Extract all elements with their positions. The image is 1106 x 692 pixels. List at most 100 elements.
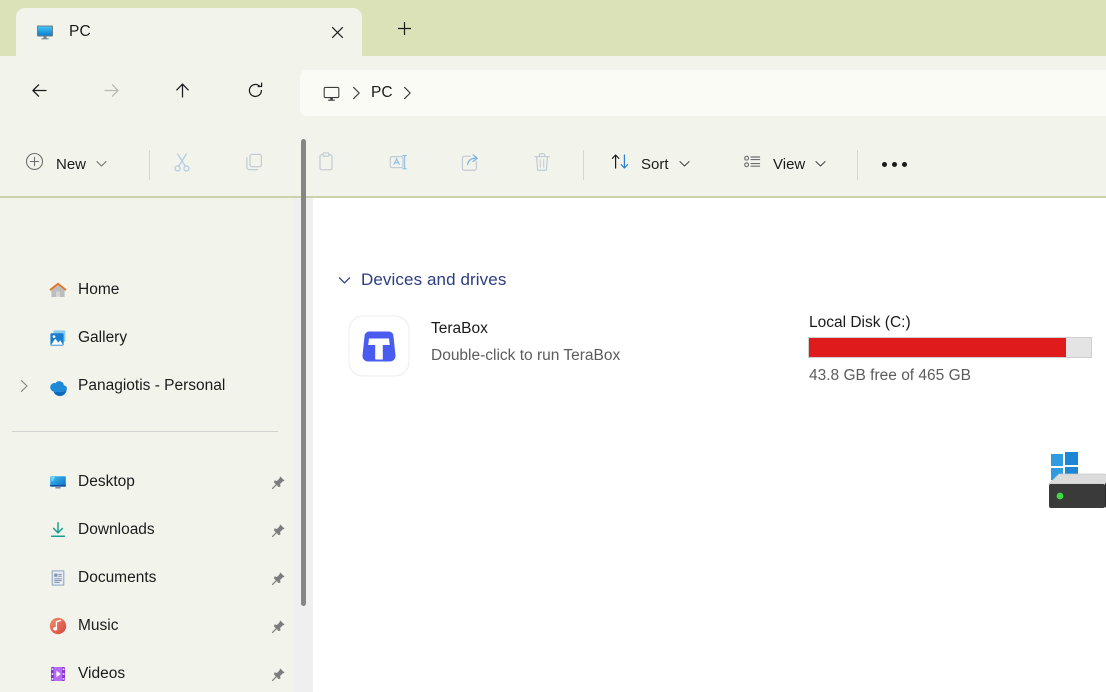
sidebar-scrollbar-thumb[interactable] bbox=[301, 139, 306, 606]
monitor-icon bbox=[35, 22, 55, 42]
videos-icon bbox=[48, 664, 68, 684]
monitor-icon[interactable] bbox=[322, 84, 341, 103]
sidebar-item-gallery[interactable]: Gallery bbox=[12, 321, 280, 355]
sidebar-item-downloads[interactable]: Downloads bbox=[12, 513, 285, 547]
new-button[interactable]: New bbox=[16, 142, 117, 186]
arrow-right-icon bbox=[102, 81, 121, 105]
terabox-icon bbox=[343, 310, 415, 382]
drive-info: TeraBox Double-click to run TeraBox bbox=[431, 310, 620, 365]
share-button bbox=[449, 144, 491, 184]
breadcrumb-item-pc[interactable]: PC bbox=[371, 84, 393, 102]
view-button-label: View bbox=[773, 155, 806, 173]
music-icon bbox=[48, 616, 68, 636]
toolbar-separator bbox=[149, 150, 150, 180]
navigation-bar: PC bbox=[0, 56, 1106, 130]
sidebar-item-panagiotis-personal[interactable]: Panagiotis - Personal bbox=[12, 369, 280, 403]
sort-icon bbox=[610, 151, 631, 177]
capacity-bar bbox=[808, 337, 1092, 358]
sidebar-item-desktop[interactable]: Desktop bbox=[12, 465, 285, 499]
sidebar-divider bbox=[12, 431, 278, 432]
local-disk-icon bbox=[1043, 450, 1106, 514]
arrow-left-icon bbox=[30, 81, 49, 105]
sidebar-item-label: Desktop bbox=[78, 473, 135, 490]
desktop-icon bbox=[48, 472, 68, 492]
share-icon bbox=[459, 151, 481, 178]
file-list-pane[interactable]: Devices and drives TeraBox Double-click … bbox=[313, 198, 1106, 692]
tab-pc[interactable]: PC bbox=[16, 8, 362, 56]
pin-icon[interactable] bbox=[270, 570, 286, 586]
new-tab-button[interactable] bbox=[388, 16, 420, 46]
arrow-up-icon bbox=[173, 81, 192, 105]
home-icon bbox=[48, 280, 68, 300]
drive-name: TeraBox bbox=[431, 320, 488, 337]
sidebar-item-documents[interactable]: Documents bbox=[12, 561, 285, 595]
view-button[interactable]: View bbox=[732, 142, 836, 186]
forward-button bbox=[93, 75, 129, 111]
sidebar-item-videos[interactable]: Videos bbox=[12, 657, 285, 691]
toolbar-separator-3 bbox=[857, 150, 858, 180]
onedrive-icon bbox=[48, 376, 68, 396]
tab-label: PC bbox=[69, 23, 91, 40]
command-toolbar: New Sort View bbox=[0, 130, 1106, 198]
cut-icon bbox=[171, 151, 193, 178]
pin-icon[interactable] bbox=[270, 474, 286, 490]
file-explorer-window: PC PC New Sort View Home Gallery Panagio… bbox=[0, 0, 1106, 692]
sidebar-item-label: Home bbox=[78, 281, 120, 298]
refresh-icon bbox=[246, 81, 265, 105]
address-bar[interactable]: PC bbox=[300, 70, 1106, 116]
breadcrumb-separator-trailing[interactable] bbox=[393, 86, 423, 100]
cut-button bbox=[161, 144, 203, 184]
rename-icon bbox=[387, 151, 409, 178]
documents-icon bbox=[48, 568, 68, 588]
sidebar-item-music[interactable]: Music bbox=[12, 609, 285, 643]
gallery-icon bbox=[48, 328, 68, 348]
dot-icon bbox=[881, 161, 887, 167]
sidebar-item-label: Documents bbox=[78, 569, 157, 586]
sidebar-item-home[interactable]: Home bbox=[12, 273, 280, 307]
up-button[interactable] bbox=[164, 75, 200, 111]
breadcrumb-separator[interactable] bbox=[341, 86, 371, 100]
chevron-down-icon bbox=[678, 155, 690, 173]
new-button-label: New bbox=[56, 155, 87, 173]
pin-icon[interactable] bbox=[270, 666, 286, 682]
sidebar-item-label: Gallery bbox=[78, 329, 128, 346]
title-bar: PC bbox=[0, 0, 1106, 56]
plus-icon bbox=[397, 21, 412, 41]
pin-icon[interactable] bbox=[270, 522, 286, 538]
plus-circle-icon bbox=[24, 151, 45, 177]
sidebar-item-label: Videos bbox=[78, 665, 126, 682]
refresh-button[interactable] bbox=[237, 75, 273, 111]
group-header-devices-and-drives[interactable]: Devices and drives bbox=[333, 270, 506, 290]
window-body: PC New Sort View Home Gallery Panagiotis… bbox=[0, 56, 1106, 692]
dot-icon bbox=[891, 161, 897, 167]
view-icon bbox=[742, 151, 763, 177]
delete-button bbox=[521, 144, 563, 184]
chevron-down-icon bbox=[815, 155, 826, 173]
delete-icon bbox=[531, 151, 553, 178]
navigation-pane: Home Gallery Panagiotis - Personal Deskt… bbox=[0, 198, 293, 692]
drive-subtitle: Double-click to run TeraBox bbox=[431, 347, 621, 364]
pin-icon[interactable] bbox=[270, 618, 286, 634]
sidebar-item-label: Downloads bbox=[78, 521, 155, 538]
chevron-right-icon[interactable] bbox=[12, 379, 36, 393]
sort-button[interactable]: Sort bbox=[600, 142, 700, 186]
chevron-down-icon[interactable] bbox=[333, 276, 355, 285]
dot-icon bbox=[901, 161, 907, 167]
downloads-icon bbox=[48, 520, 68, 540]
rename-button bbox=[377, 144, 419, 184]
paste-button bbox=[305, 144, 347, 184]
drive-name-local-disk: Local Disk (C:) bbox=[809, 314, 911, 331]
toolbar-separator-2 bbox=[583, 150, 584, 180]
copy-button bbox=[233, 144, 275, 184]
capacity-bar-fill bbox=[809, 338, 1066, 357]
drive-capacity-text: 43.8 GB free of 465 GB bbox=[809, 367, 971, 384]
drive-item-terabox[interactable]: TeraBox Double-click to run TeraBox bbox=[343, 310, 620, 382]
sidebar-item-label: Panagiotis - Personal bbox=[78, 377, 226, 394]
paste-icon bbox=[315, 151, 337, 178]
group-title: Devices and drives bbox=[361, 270, 507, 289]
close-icon[interactable] bbox=[326, 21, 348, 43]
sort-button-label: Sort bbox=[641, 155, 669, 173]
back-button[interactable] bbox=[21, 75, 57, 111]
copy-icon bbox=[243, 151, 265, 178]
see-more-button[interactable] bbox=[872, 144, 916, 184]
